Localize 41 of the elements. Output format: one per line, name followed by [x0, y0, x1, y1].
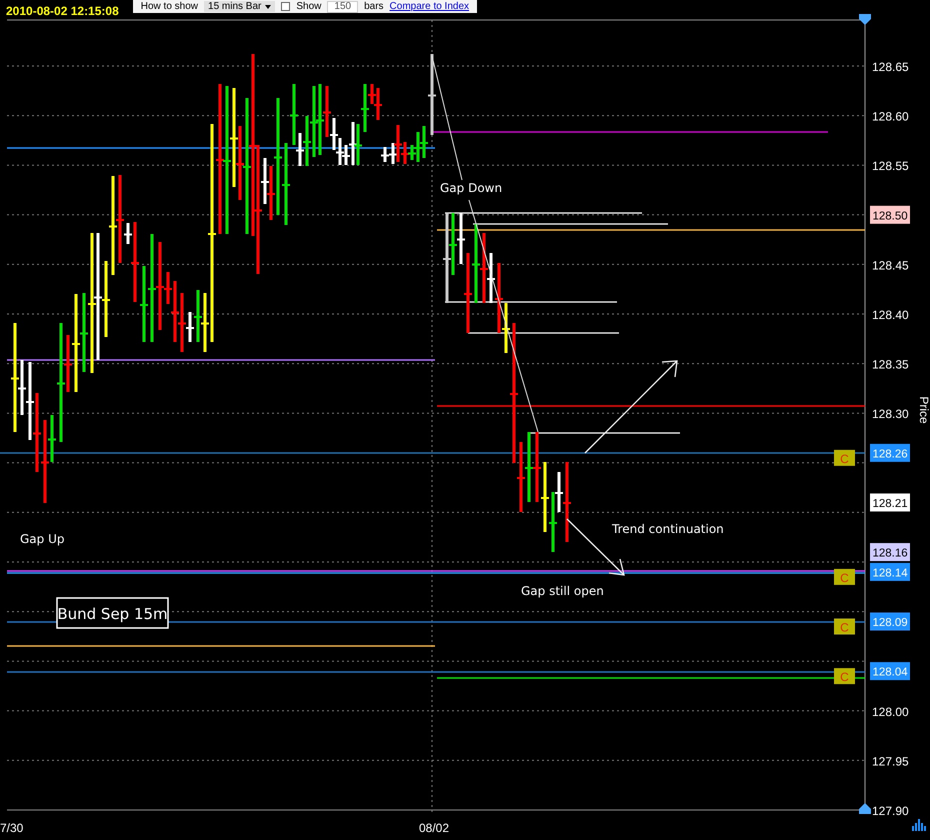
chart-title-label: Bund Sep 15m	[56, 597, 169, 629]
price-tag: 128.14	[870, 562, 910, 581]
toolbar-label: How to show	[140, 1, 198, 12]
interval-dropdown[interactable]: 15 mins Bar	[204, 1, 276, 12]
axis-title: Price	[917, 396, 930, 424]
marker-badge: C	[834, 668, 855, 684]
scale-handle-icon[interactable]	[859, 803, 871, 814]
checkbox-label: Show	[296, 1, 322, 12]
marker-badge: C	[834, 450, 855, 466]
chart-annotation: Gap Up	[20, 532, 64, 546]
axis-tick-label: 128.35	[872, 358, 909, 372]
toolbar-label: bars	[364, 1, 384, 12]
price-tag: 128.50	[870, 206, 910, 224]
bars-count-field[interactable]: 150	[327, 0, 358, 12]
price-tag: 128.16	[870, 543, 910, 562]
price-tag: 128.04	[870, 662, 910, 680]
volume-icon[interactable]	[912, 819, 926, 831]
axis-tick-label: 127.90	[872, 804, 909, 818]
axis-tick-label: 7/30	[0, 821, 24, 835]
chart-annotation: Gap still open	[521, 584, 604, 598]
chart-annotation: Gap Down	[440, 181, 502, 195]
compare-link[interactable]: Compare to Index	[390, 1, 470, 12]
marker-badge: C	[834, 618, 855, 635]
marker-badge: C	[834, 568, 855, 585]
price-tag: 128.26	[870, 444, 910, 462]
timestamp: 2010-08-02 12:15:08	[5, 3, 119, 18]
price-tag: 128.09	[870, 612, 910, 631]
axis-tick-label: 128.45	[872, 258, 909, 272]
axis-tick-label: 128.30	[872, 407, 909, 422]
axis-tick-label: 128.55	[872, 159, 909, 174]
price-tag: 128.21	[870, 493, 910, 512]
axis-tick-label: 127.95	[872, 754, 909, 768]
show-checkbox[interactable]	[281, 2, 290, 11]
axis-tick-label: 128.60	[872, 110, 909, 124]
caret-icon	[265, 4, 272, 8]
axis-tick-label: 128.00	[872, 704, 909, 719]
axis-tick-label: 128.40	[872, 308, 909, 322]
axis-tick-label: 128.65	[872, 60, 909, 74]
scale-handle-icon[interactable]	[859, 14, 871, 25]
axis-tick-label: 08/02	[419, 821, 450, 835]
chart-annotation: Trend continuation	[612, 522, 724, 536]
